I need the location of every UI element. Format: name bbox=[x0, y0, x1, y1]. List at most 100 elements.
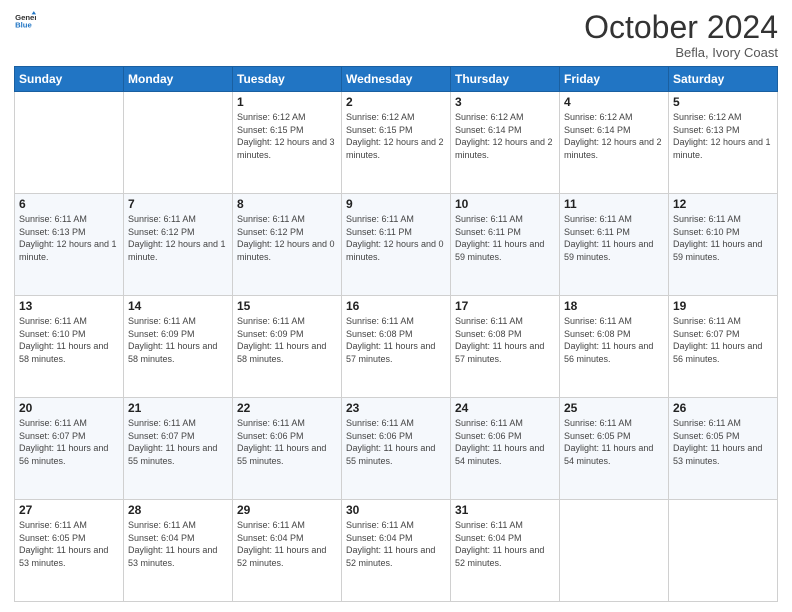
day-number: 4 bbox=[564, 95, 664, 109]
day-number: 16 bbox=[346, 299, 446, 313]
day-number: 11 bbox=[564, 197, 664, 211]
day-number: 29 bbox=[237, 503, 337, 517]
table-row: 17 Sunrise: 6:11 AM Sunset: 6:08 PM Dayli… bbox=[451, 296, 560, 398]
week-row-3: 20 Sunrise: 6:11 AM Sunset: 6:07 PM Dayli… bbox=[15, 398, 778, 500]
day-number: 9 bbox=[346, 197, 446, 211]
day-info: Sunrise: 6:11 AM Sunset: 6:11 PM Dayligh… bbox=[455, 213, 555, 263]
col-monday: Monday bbox=[124, 67, 233, 92]
day-number: 31 bbox=[455, 503, 555, 517]
day-number: 23 bbox=[346, 401, 446, 415]
table-row bbox=[15, 92, 124, 194]
day-info: Sunrise: 6:11 AM Sunset: 6:06 PM Dayligh… bbox=[455, 417, 555, 467]
day-info: Sunrise: 6:11 AM Sunset: 6:09 PM Dayligh… bbox=[128, 315, 228, 365]
table-row: 28Sunrise: 6:11 AM Sunset: 6:04 PM Dayli… bbox=[124, 500, 233, 602]
page: General Blue October 2024 Befla, Ivory C… bbox=[0, 0, 792, 612]
day-info: Sunrise: 6:11 AM Sunset: 6:06 PM Dayligh… bbox=[237, 417, 337, 467]
day-info: Sunrise: 6:11 AM Sunset: 6:04 PM Dayligh… bbox=[455, 519, 555, 569]
table-row: 19 Sunrise: 6:11 AM Sunset: 6:07 PM Dayli… bbox=[669, 296, 778, 398]
table-row: 9 Sunrise: 6:11 AM Sunset: 6:11 PM Daylig… bbox=[342, 194, 451, 296]
day-number: 18 bbox=[564, 299, 664, 313]
main-title: October 2024 bbox=[584, 10, 778, 45]
day-number: 27 bbox=[19, 503, 119, 517]
day-info: Sunrise: 6:12 AM Sunset: 6:14 PM Dayligh… bbox=[455, 111, 555, 161]
logo: General Blue bbox=[14, 10, 36, 32]
col-tuesday: Tuesday bbox=[233, 67, 342, 92]
table-row: 6 Sunrise: 6:11 AM Sunset: 6:13 PM Daylig… bbox=[15, 194, 124, 296]
day-info: Sunrise: 6:11 AM Sunset: 6:06 PM Dayligh… bbox=[346, 417, 446, 467]
table-row: 29 Sunrise: 6:11 AM Sunset: 6:04 PM Dayli… bbox=[233, 500, 342, 602]
day-number: 13 bbox=[19, 299, 119, 313]
day-info: Sunrise: 6:12 AM Sunset: 6:15 PM Dayligh… bbox=[346, 111, 446, 161]
table-row: 27Sunrise: 6:11 AM Sunset: 6:05 PM Dayli… bbox=[15, 500, 124, 602]
table-row: 24 Sunrise: 6:11 AM Sunset: 6:06 PM Dayli… bbox=[451, 398, 560, 500]
day-number: 7 bbox=[128, 197, 228, 211]
table-row: 30Sunrise: 6:11 AM Sunset: 6:04 PM Dayli… bbox=[342, 500, 451, 602]
day-info: Sunrise: 6:11 AM Sunset: 6:13 PM Dayligh… bbox=[19, 213, 119, 263]
table-row: 13Sunrise: 6:11 AM Sunset: 6:10 PM Dayli… bbox=[15, 296, 124, 398]
day-info: Sunrise: 6:11 AM Sunset: 6:07 PM Dayligh… bbox=[673, 315, 773, 365]
day-info: Sunrise: 6:11 AM Sunset: 6:08 PM Dayligh… bbox=[455, 315, 555, 365]
day-number: 25 bbox=[564, 401, 664, 415]
title-block: October 2024 Befla, Ivory Coast bbox=[584, 10, 778, 60]
day-number: 20 bbox=[19, 401, 119, 415]
table-row: 12 Sunrise: 6:11 AM Sunset: 6:10 PM Dayli… bbox=[669, 194, 778, 296]
day-info: Sunrise: 6:11 AM Sunset: 6:08 PM Dayligh… bbox=[564, 315, 664, 365]
day-number: 14 bbox=[128, 299, 228, 313]
day-number: 6 bbox=[19, 197, 119, 211]
day-info: Sunrise: 6:11 AM Sunset: 6:07 PM Dayligh… bbox=[19, 417, 119, 467]
col-friday: Friday bbox=[560, 67, 669, 92]
day-info: Sunrise: 6:11 AM Sunset: 6:10 PM Dayligh… bbox=[673, 213, 773, 263]
subtitle: Befla, Ivory Coast bbox=[584, 45, 778, 60]
day-info: Sunrise: 6:11 AM Sunset: 6:12 PM Dayligh… bbox=[128, 213, 228, 263]
day-info: Sunrise: 6:11 AM Sunset: 6:08 PM Dayligh… bbox=[346, 315, 446, 365]
day-number: 19 bbox=[673, 299, 773, 313]
svg-text:Blue: Blue bbox=[15, 21, 32, 30]
week-row-1: 6 Sunrise: 6:11 AM Sunset: 6:13 PM Daylig… bbox=[15, 194, 778, 296]
table-row: 25 Sunrise: 6:11 AM Sunset: 6:05 PM Dayli… bbox=[560, 398, 669, 500]
day-number: 28 bbox=[128, 503, 228, 517]
day-number: 1 bbox=[237, 95, 337, 109]
day-number: 15 bbox=[237, 299, 337, 313]
day-number: 24 bbox=[455, 401, 555, 415]
table-row bbox=[560, 500, 669, 602]
col-sunday: Sunday bbox=[15, 67, 124, 92]
header: General Blue October 2024 Befla, Ivory C… bbox=[14, 10, 778, 60]
table-row: 31 Sunrise: 6:11 AM Sunset: 6:04 PM Dayli… bbox=[451, 500, 560, 602]
table-row: 4 Sunrise: 6:12 AM Sunset: 6:14 PM Daylig… bbox=[560, 92, 669, 194]
table-row: 14 Sunrise: 6:11 AM Sunset: 6:09 PM Dayli… bbox=[124, 296, 233, 398]
table-row: 20 Sunrise: 6:11 AM Sunset: 6:07 PM Dayli… bbox=[15, 398, 124, 500]
day-info: Sunrise: 6:11 AM Sunset: 6:07 PM Dayligh… bbox=[128, 417, 228, 467]
week-row-4: 27Sunrise: 6:11 AM Sunset: 6:05 PM Dayli… bbox=[15, 500, 778, 602]
day-number: 30 bbox=[346, 503, 446, 517]
col-wednesday: Wednesday bbox=[342, 67, 451, 92]
day-number: 10 bbox=[455, 197, 555, 211]
day-info: Sunrise: 6:12 AM Sunset: 6:13 PM Dayligh… bbox=[673, 111, 773, 161]
col-saturday: Saturday bbox=[669, 67, 778, 92]
day-number: 5 bbox=[673, 95, 773, 109]
table-row: 1 Sunrise: 6:12 AM Sunset: 6:15 PM Daylig… bbox=[233, 92, 342, 194]
table-row: 16 Sunrise: 6:11 AM Sunset: 6:08 PM Dayli… bbox=[342, 296, 451, 398]
week-row-0: 1 Sunrise: 6:12 AM Sunset: 6:15 PM Daylig… bbox=[15, 92, 778, 194]
table-row bbox=[124, 92, 233, 194]
table-row: 10 Sunrise: 6:11 AM Sunset: 6:11 PM Dayli… bbox=[451, 194, 560, 296]
day-info: Sunrise: 6:12 AM Sunset: 6:15 PM Dayligh… bbox=[237, 111, 337, 161]
table-row: 15Sunrise: 6:11 AM Sunset: 6:09 PM Dayli… bbox=[233, 296, 342, 398]
day-info: Sunrise: 6:11 AM Sunset: 6:05 PM Dayligh… bbox=[673, 417, 773, 467]
col-thursday: Thursday bbox=[451, 67, 560, 92]
table-row: 3Sunrise: 6:12 AM Sunset: 6:14 PM Daylig… bbox=[451, 92, 560, 194]
day-info: Sunrise: 6:12 AM Sunset: 6:14 PM Dayligh… bbox=[564, 111, 664, 161]
day-number: 8 bbox=[237, 197, 337, 211]
day-info: Sunrise: 6:11 AM Sunset: 6:05 PM Dayligh… bbox=[564, 417, 664, 467]
day-number: 21 bbox=[128, 401, 228, 415]
day-info: Sunrise: 6:11 AM Sunset: 6:04 PM Dayligh… bbox=[237, 519, 337, 569]
day-number: 17 bbox=[455, 299, 555, 313]
table-row: 5 Sunrise: 6:12 AM Sunset: 6:13 PM Daylig… bbox=[669, 92, 778, 194]
logo-icon: General Blue bbox=[14, 10, 36, 32]
day-number: 26 bbox=[673, 401, 773, 415]
table-row: 8Sunrise: 6:11 AM Sunset: 6:12 PM Daylig… bbox=[233, 194, 342, 296]
week-row-2: 13Sunrise: 6:11 AM Sunset: 6:10 PM Dayli… bbox=[15, 296, 778, 398]
day-info: Sunrise: 6:11 AM Sunset: 6:11 PM Dayligh… bbox=[346, 213, 446, 263]
day-number: 12 bbox=[673, 197, 773, 211]
table-row: 23 Sunrise: 6:11 AM Sunset: 6:06 PM Dayli… bbox=[342, 398, 451, 500]
header-row: Sunday Monday Tuesday Wednesday Thursday… bbox=[15, 67, 778, 92]
